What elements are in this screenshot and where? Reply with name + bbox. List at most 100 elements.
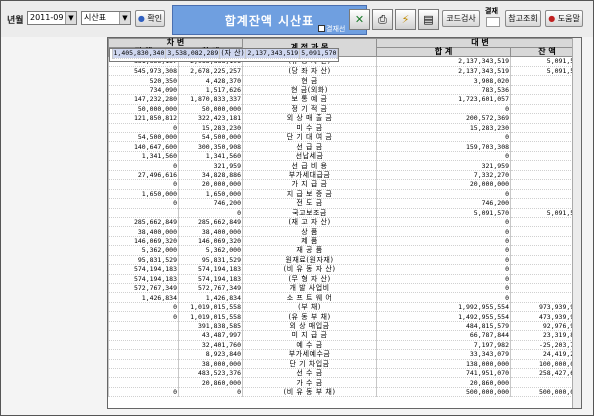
table-row[interactable]: 8,923,840 부가세예수금 33,343,079 24,419,239 bbox=[108, 349, 581, 360]
debit-total-cell: 0 bbox=[177, 387, 244, 398]
table-row[interactable]: 0 321,959 선 급 비 용 321,959 bbox=[108, 160, 581, 171]
checkbox-icon[interactable] bbox=[318, 25, 325, 32]
vertical-scrollbar[interactable] bbox=[572, 38, 581, 408]
table-row[interactable]: 0 20,000,000 가 지 급 금 20,000,000 bbox=[108, 179, 581, 190]
table-row[interactable]: 0 15,283,230 미 수 금 15,283,230 bbox=[108, 123, 581, 134]
table-row[interactable]: 574,194,183 574,194,183 (무 형 자 산) 0 bbox=[108, 274, 581, 285]
table-row[interactable]: 95,831,529 95,831,529 원재료(원자재) 0 bbox=[108, 255, 581, 266]
table-row[interactable]: 147,232,280 1,870,833,337 보 통 예 금 1,723,601… bbox=[108, 94, 581, 105]
table-row[interactable]: 0 0 (비 유 동 부 채) 500,000,000 500,000,000 bbox=[108, 387, 581, 398]
table-row[interactable]: 572,767,349 572,767,349 개 발 사업비 0 bbox=[108, 283, 581, 294]
approval-box[interactable] bbox=[486, 17, 500, 27]
table-row[interactable]: 32,401,760 예 수 금 7,197,982 -25,203,778 bbox=[108, 340, 581, 351]
debit-total-cell: 32,401,760 bbox=[177, 340, 244, 351]
help-button[interactable]: ● 도움말 bbox=[545, 10, 583, 27]
table-row[interactable]: 1,341,560 1,341,560 선납세금 0 bbox=[108, 151, 581, 162]
table-row[interactable]: 146,069,320 146,069,320 제 품0 bbox=[108, 236, 581, 247]
report-type-select[interactable]: 시산표 ▼ bbox=[81, 11, 131, 25]
trial-balance-table: 차 변 계 정 과 목 대 변 잔 액 합 계 합 계 잔 액 1,405,83… bbox=[108, 38, 581, 398]
account-name-cell: 부가세대급금 bbox=[242, 170, 378, 181]
table-row[interactable]: 27,496,616 34,828,886 부가세대급금 7,332,270 bbox=[108, 170, 581, 181]
debit-balance-cell: 1,650,000 bbox=[108, 189, 179, 200]
table-row[interactable]: 50,000,000 50,000,000 정 기 적 금0 bbox=[108, 104, 581, 115]
table-row[interactable]: 1,405,830,340 3,538,082,289 (자 산) 2,137,343… bbox=[108, 48, 340, 62]
table-row[interactable]: 0 국고보조금 5,091,570 5,091,570 bbox=[108, 208, 581, 218]
debit-total-cell: 1,019,015,558 bbox=[177, 302, 244, 313]
confirm-label: 확인 bbox=[147, 14, 163, 23]
table-row[interactable]: 5,362,000 5,362,000 재 공 품0 bbox=[108, 245, 581, 256]
code-check-button[interactable]: 코드검사 bbox=[442, 10, 480, 27]
chevron-down-icon[interactable]: ▼ bbox=[119, 12, 130, 24]
account-name-cell: (부 채) bbox=[242, 302, 378, 313]
reference-lookup-button[interactable]: 참고조회 bbox=[505, 10, 541, 27]
debit-balance-cell bbox=[108, 208, 179, 218]
credit-total-cell: 66,787,844 bbox=[376, 330, 512, 341]
account-name-cell: 선 수 금 bbox=[242, 368, 378, 379]
credit-total-cell: 20,000,000 bbox=[376, 179, 512, 190]
print-button[interactable]: ⎙ bbox=[372, 9, 393, 30]
period-select[interactable]: 2011-09 ▼ bbox=[27, 11, 77, 25]
debit-balance-cell: 285,662,849 bbox=[108, 217, 179, 228]
debit-total-cell: 50,000,000 bbox=[177, 104, 244, 115]
table-row[interactable]: 1,426,834 1,426,834 소 프 트 웨 어0 bbox=[108, 292, 581, 303]
account-name-cell: 미 수 금 bbox=[242, 123, 378, 134]
debit-balance-cell: 95,831,529 bbox=[108, 255, 179, 266]
help-label: 도움말 bbox=[557, 14, 580, 23]
account-name-cell: 부가세예수금 bbox=[242, 349, 378, 360]
credit-total-cell: 741,951,070 bbox=[376, 368, 512, 379]
credit-total-cell: 138,000,000 bbox=[376, 359, 512, 369]
debit-header: 차 변 bbox=[108, 38, 244, 48]
debit-balance-cell: 5,362,000 bbox=[108, 245, 179, 256]
run-button[interactable]: ⚡ bbox=[395, 9, 416, 30]
trial-balance-grid[interactable]: 차 변 계 정 과 목 대 변 잔 액 합 계 합 계 잔 액 1,405,83… bbox=[107, 37, 582, 409]
account-name-cell: 정 기 적 금 bbox=[242, 104, 378, 115]
table-row[interactable]: 520,350 4,428,370 현 금 3,908,020 bbox=[108, 75, 581, 86]
credit-total-cell: 0 bbox=[376, 283, 512, 294]
preview-button[interactable]: ▤ bbox=[418, 9, 439, 30]
table-row[interactable]: 140,647,600 300,350,908 선 급 금 159,703,308 bbox=[108, 141, 581, 152]
debit-balance-cell bbox=[108, 377, 179, 388]
table-row[interactable]: 574,194,183 574,194,183 (비 유 동 자 산) 0 bbox=[108, 264, 581, 275]
account-name-cell: 예 수 금 bbox=[242, 340, 378, 351]
table-row[interactable]: 545,973,308 2,678,225,257 (당 좌 자 산) 2,137,3… bbox=[108, 66, 581, 77]
debit-balance-cell: 0 bbox=[108, 160, 179, 171]
excel-button[interactable]: ✕ bbox=[349, 9, 370, 30]
table-row[interactable]: 43,487,997 미 지 급 금 66,787,844 23,319,847 bbox=[108, 330, 581, 341]
debit-total-cell: 38,000,000 bbox=[177, 359, 244, 369]
chevron-down-icon[interactable]: ▼ bbox=[65, 12, 76, 24]
table-row[interactable]: 0 1,019,015,558 (유 동 부 채) 1,492,955,554 473,… bbox=[108, 311, 581, 322]
account-name-cell: 가 수 금 bbox=[242, 377, 378, 388]
credit-total-cell: 0 bbox=[376, 217, 512, 228]
debit-balance-cell: 121,850,812 bbox=[108, 113, 179, 124]
table-row[interactable]: 483,523,376 선 수 금 741,951,070 258,427,694 bbox=[108, 368, 581, 379]
table-row[interactable]: 38,400,000 38,400,000 상 품0 bbox=[108, 226, 581, 237]
account-name-cell: (재 고 자 산) bbox=[242, 217, 378, 228]
table-row[interactable]: 20,860,000가 수 금20,860,0000 bbox=[108, 377, 581, 388]
table-row[interactable]: 0 1,019,015,558 (부 채) 1,992,955,554 973,939,… bbox=[108, 302, 581, 313]
approval-line-checkbox[interactable]: 결재선 bbox=[318, 24, 345, 34]
table-row[interactable]: 38,000,000 단 기 차입금 138,000,000 100,000,000 bbox=[108, 359, 581, 369]
table-row[interactable]: 285,662,849 285,662,849 (재 고 자 산) 0 bbox=[108, 217, 581, 228]
debit-total-cell: 1,870,833,337 bbox=[177, 94, 244, 105]
credit-total-cell: 0 bbox=[376, 151, 512, 162]
debit-total-cell: 3,538,082,289 bbox=[165, 49, 221, 59]
credit-total-cell: 0 bbox=[376, 104, 512, 115]
account-name-cell: 전 도 금 bbox=[242, 198, 378, 209]
table-row[interactable]: 0 746,200 전 도 금 746,200 bbox=[108, 198, 581, 209]
credit-total-cell: 33,343,079 bbox=[376, 349, 512, 360]
debit-total-cell: 38,400,000 bbox=[177, 226, 244, 237]
table-row[interactable]: 54,500,000 54,500,000 단 기 대 여 금0 bbox=[108, 132, 581, 143]
table-row[interactable]: 391,838,585 외 상 매입금 484,815,579 92,976,994 bbox=[108, 321, 581, 332]
confirm-button[interactable]: ● 확인 bbox=[135, 10, 165, 27]
account-name-cell: 국고보조금 bbox=[242, 208, 378, 218]
credit-total-cell: 200,572,369 bbox=[376, 113, 512, 124]
help-icon: ● bbox=[548, 14, 556, 23]
credit-total-cell: 1,992,955,554 bbox=[376, 302, 512, 313]
table-row[interactable]: 121,850,812 322,423,181 외 상 매 출 금 200,572,3… bbox=[108, 113, 581, 124]
account-name-cell: 선납세금 bbox=[242, 151, 378, 162]
debit-total-cell: 1,341,560 bbox=[177, 151, 244, 162]
credit-total-cell: 0 bbox=[376, 245, 512, 256]
debit-total-cell: 5,362,000 bbox=[177, 245, 244, 256]
table-row[interactable]: 1,650,000 1,650,000 지 급 보 증 금0 bbox=[108, 189, 581, 200]
table-row[interactable]: 734,090 1,517,626 현 금(외화) 783,536 bbox=[108, 85, 581, 96]
